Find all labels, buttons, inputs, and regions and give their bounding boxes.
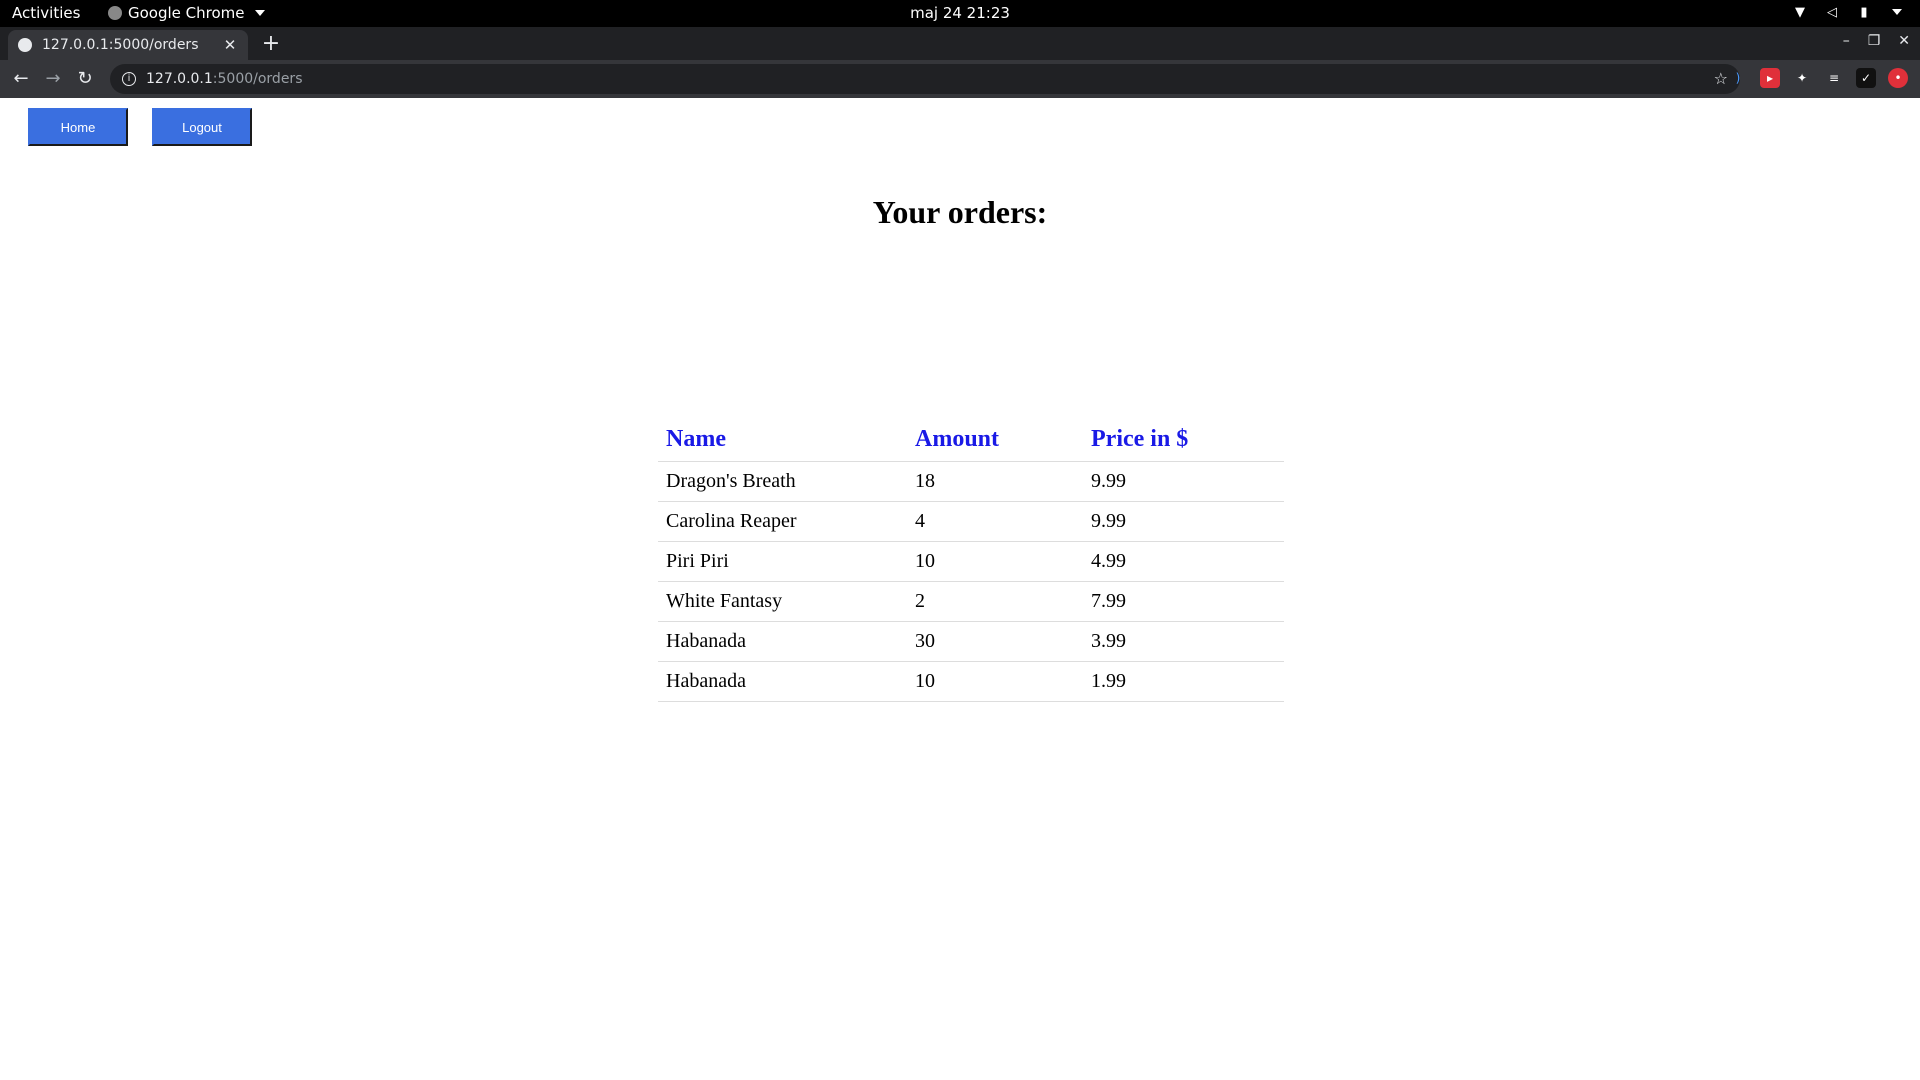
table-header-row: Name Amount Price in $ xyxy=(658,416,1284,462)
cell-name: Piri Piri xyxy=(658,541,907,582)
system-tray[interactable]: ▼ ◁ ▮ xyxy=(1792,4,1902,20)
table-row: White Fantasy 2 7.99 xyxy=(658,581,1284,622)
table-row: Dragon's Breath 18 9.99 xyxy=(658,461,1284,502)
cell-name: Habanada xyxy=(658,661,907,702)
system-top-bar: Activities Google Chrome maj 24 21:23 ▼ … xyxy=(0,0,1920,27)
cell-name: White Fantasy xyxy=(658,581,907,622)
table-row: Habanada 10 1.99 xyxy=(658,661,1284,702)
cell-amount: 10 xyxy=(907,661,1083,702)
header-amount: Amount xyxy=(907,416,1083,462)
cell-name: Carolina Reaper xyxy=(658,501,907,542)
url-path: :5000/orders xyxy=(212,71,303,87)
page-title: Your orders: xyxy=(872,194,1048,230)
tab-strip: 127.0.0.1:5000/orders ✕ + – ❐ ✕ xyxy=(0,27,1920,60)
extension-red-circle-icon[interactable]: • xyxy=(1888,68,1908,88)
page-content: Home Logout Your orders: Name Amount Pri… xyxy=(0,98,1920,1080)
forward-arrow-icon[interactable]: → xyxy=(40,66,66,92)
home-button[interactable]: Home xyxy=(28,108,128,146)
new-tab-button[interactable]: + xyxy=(258,31,284,57)
tab-title: 127.0.0.1:5000/orders xyxy=(42,37,199,53)
cell-amount: 18 xyxy=(907,461,1083,502)
caret-down-icon xyxy=(1892,9,1902,15)
restore-icon[interactable]: ❐ xyxy=(1868,33,1881,49)
browser-toolbar: ← → ↻ i 127.0.0.1:5000/orders ☆ ) ▸ ✦ ≡ … xyxy=(0,60,1920,98)
back-arrow-icon[interactable]: ← xyxy=(8,66,34,92)
browser-tab[interactable]: 127.0.0.1:5000/orders ✕ xyxy=(8,30,248,60)
extensions-bar: ) ▸ ✦ ≡ ✓ • xyxy=(1728,68,1908,88)
cell-name: Dragon's Breath xyxy=(658,461,907,502)
cell-price: 7.99 xyxy=(1083,581,1284,622)
close-window-icon[interactable]: ✕ xyxy=(1898,33,1910,49)
header-name: Name xyxy=(658,416,907,462)
reload-icon[interactable]: ↻ xyxy=(72,66,98,92)
volume-muted-icon: ◁ xyxy=(1827,4,1837,20)
wifi-icon: ▼ xyxy=(1795,4,1805,20)
battery-icon: ▮ xyxy=(1860,4,1868,20)
header-price: Price in $ xyxy=(1083,416,1284,462)
cell-amount: 10 xyxy=(907,541,1083,582)
logout-button[interactable]: Logout xyxy=(152,108,252,146)
clock[interactable]: maj 24 21:23 xyxy=(0,4,1920,22)
table-row: Habanada 30 3.99 xyxy=(658,621,1284,662)
extensions-puzzle-icon[interactable]: ✦ xyxy=(1792,68,1812,88)
bookmark-star-icon[interactable]: ☆ xyxy=(1714,69,1728,88)
minimize-icon[interactable]: – xyxy=(1843,33,1850,49)
url-host: 127.0.0.1 xyxy=(146,71,213,87)
cell-name: Habanada xyxy=(658,621,907,662)
cell-price: 1.99 xyxy=(1083,661,1284,702)
profile-avatar-icon[interactable]: ✓ xyxy=(1856,68,1876,88)
info-icon[interactable]: i xyxy=(122,72,136,86)
cell-price: 3.99 xyxy=(1083,621,1284,662)
window-controls: – ❐ ✕ xyxy=(1843,33,1910,49)
cell-price: 9.99 xyxy=(1083,461,1284,502)
cell-price: 4.99 xyxy=(1083,541,1284,582)
cell-amount: 4 xyxy=(907,501,1083,542)
globe-icon xyxy=(18,38,32,52)
close-tab-icon[interactable]: ✕ xyxy=(222,36,238,54)
cell-price: 9.99 xyxy=(1083,501,1284,542)
extension-red-icon[interactable]: ▸ xyxy=(1760,68,1780,88)
table-row: Piri Piri 10 4.99 xyxy=(658,541,1284,582)
extension-sound-icon[interactable]: ) xyxy=(1728,68,1748,88)
table-row: Carolina Reaper 4 9.99 xyxy=(658,501,1284,542)
address-bar[interactable]: i 127.0.0.1:5000/orders ☆ xyxy=(110,64,1740,94)
cell-amount: 30 xyxy=(907,621,1083,662)
media-queue-icon[interactable]: ≡ xyxy=(1824,68,1844,88)
cell-amount: 2 xyxy=(907,581,1083,622)
orders-table: Name Amount Price in $ Dragon's Breath 1… xyxy=(658,416,1284,702)
